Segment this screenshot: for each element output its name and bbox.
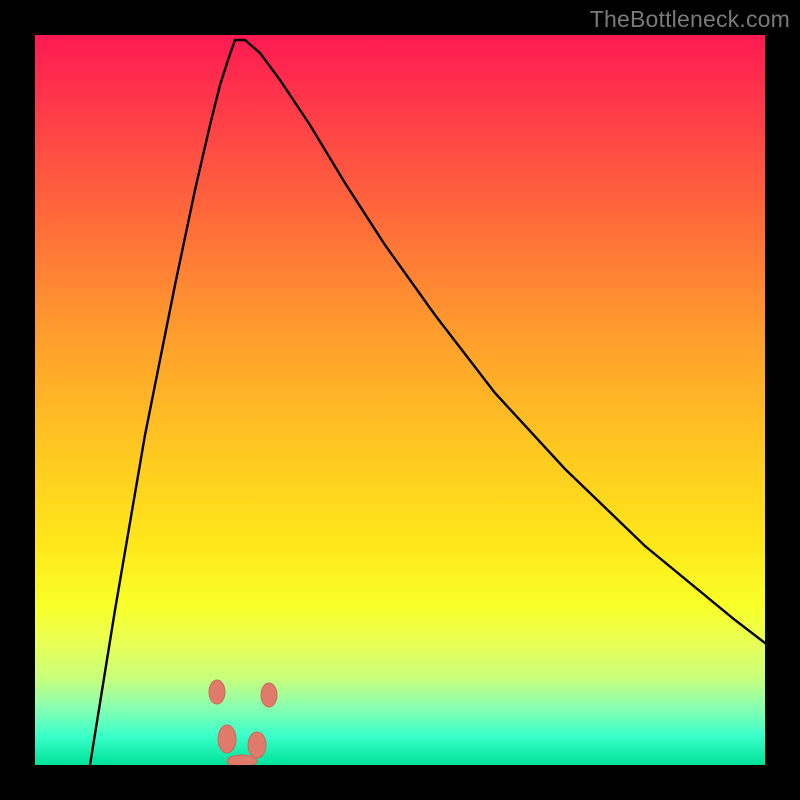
chart-svg — [35, 35, 765, 765]
bottleneck-curve — [90, 40, 765, 765]
watermark-text: TheBottleneck.com — [590, 6, 790, 33]
chart-frame: TheBottleneck.com — [0, 0, 800, 800]
marker-left-upper — [209, 680, 225, 704]
marker-right-upper — [261, 683, 277, 707]
marker-bottom — [227, 755, 257, 765]
marker-right-lower — [248, 732, 266, 758]
marker-left-lower — [218, 725, 236, 753]
curve-markers — [209, 680, 277, 765]
plot-area — [35, 35, 765, 765]
